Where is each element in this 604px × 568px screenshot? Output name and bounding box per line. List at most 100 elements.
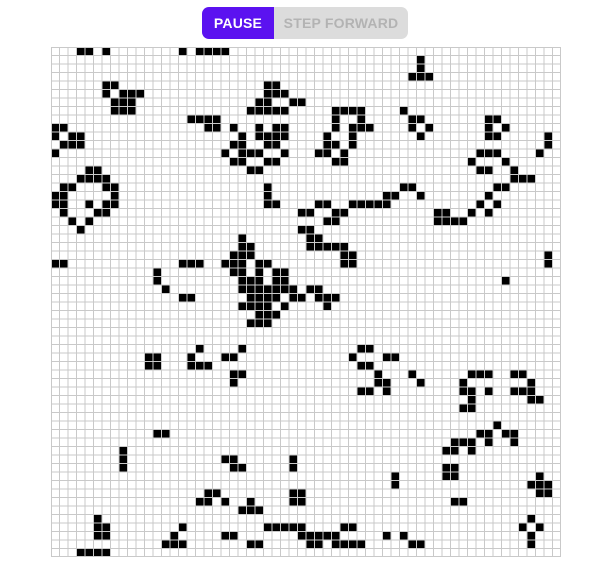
live-cell[interactable] <box>416 378 426 388</box>
live-cell[interactable] <box>340 242 349 252</box>
live-cell[interactable] <box>331 217 341 226</box>
live-cell[interactable] <box>161 285 171 294</box>
live-cell[interactable] <box>178 523 188 532</box>
live-cell[interactable] <box>442 208 451 218</box>
live-cell[interactable] <box>289 497 298 507</box>
live-cell[interactable] <box>102 183 111 192</box>
live-cell[interactable] <box>476 429 485 439</box>
live-cell[interactable] <box>272 89 281 99</box>
live-cell[interactable] <box>518 523 528 532</box>
live-cell[interactable] <box>238 276 247 286</box>
live-cell[interactable] <box>76 548 86 558</box>
live-cell[interactable] <box>433 208 443 218</box>
live-cell[interactable] <box>246 540 256 549</box>
live-cell[interactable] <box>348 106 358 116</box>
live-cell[interactable] <box>221 353 230 362</box>
live-cell[interactable] <box>246 293 256 303</box>
live-cell[interactable] <box>238 242 247 252</box>
live-cell[interactable] <box>195 259 205 269</box>
live-cell[interactable] <box>484 149 494 158</box>
live-cell[interactable] <box>408 540 417 549</box>
live-cell[interactable] <box>272 523 281 532</box>
live-cell[interactable] <box>238 149 247 158</box>
live-cell[interactable] <box>280 149 290 158</box>
live-cell[interactable] <box>416 115 426 124</box>
live-cell[interactable] <box>76 140 86 150</box>
live-cell[interactable] <box>187 361 196 371</box>
live-cell[interactable] <box>161 429 171 439</box>
live-cell[interactable] <box>93 174 103 184</box>
live-cell[interactable] <box>297 497 307 507</box>
live-cell[interactable] <box>212 115 222 124</box>
live-cell[interactable] <box>374 200 383 209</box>
live-cell[interactable] <box>59 259 69 269</box>
live-cell[interactable] <box>450 463 460 473</box>
live-cell[interactable] <box>195 47 205 56</box>
live-cell[interactable] <box>408 72 417 82</box>
live-cell[interactable] <box>331 242 341 252</box>
live-cell[interactable] <box>544 480 553 490</box>
live-cell[interactable] <box>408 370 417 379</box>
live-cell[interactable] <box>365 200 375 209</box>
live-cell[interactable] <box>433 217 443 226</box>
live-cell[interactable] <box>391 472 400 481</box>
live-cell[interactable] <box>170 531 179 541</box>
live-cell[interactable] <box>357 200 366 209</box>
live-cell[interactable] <box>323 242 332 252</box>
live-cell[interactable] <box>459 387 468 396</box>
live-cell[interactable] <box>68 217 77 226</box>
live-cell[interactable] <box>348 140 358 150</box>
live-cell[interactable] <box>467 446 477 456</box>
live-cell[interactable] <box>501 123 511 133</box>
live-cell[interactable] <box>348 200 358 209</box>
live-cell[interactable] <box>442 472 451 481</box>
live-cell[interactable] <box>229 353 239 362</box>
live-cell[interactable] <box>272 157 281 167</box>
live-cell[interactable] <box>484 132 494 141</box>
live-cell[interactable] <box>59 208 69 218</box>
live-cell[interactable] <box>204 489 213 498</box>
step-forward-button[interactable]: STEP FORWARD <box>274 7 408 39</box>
live-cell[interactable] <box>246 285 256 294</box>
live-cell[interactable] <box>323 302 332 311</box>
game-of-life-board[interactable] <box>51 47 561 557</box>
live-cell[interactable] <box>187 115 196 124</box>
live-cell[interactable] <box>178 293 188 303</box>
live-cell[interactable] <box>527 531 536 541</box>
live-cell[interactable] <box>153 361 162 371</box>
live-cell[interactable] <box>255 540 264 549</box>
live-cell[interactable] <box>297 98 307 107</box>
live-cell[interactable] <box>391 191 400 201</box>
live-cell[interactable] <box>195 115 205 124</box>
live-cell[interactable] <box>527 514 536 524</box>
live-cell[interactable] <box>51 191 60 201</box>
live-cell[interactable] <box>59 191 69 201</box>
live-cell[interactable] <box>221 497 230 507</box>
live-cell[interactable] <box>238 140 247 150</box>
live-cell[interactable] <box>51 200 60 209</box>
live-cell[interactable] <box>306 531 315 541</box>
live-cell[interactable] <box>204 123 213 133</box>
live-cell[interactable] <box>255 132 264 141</box>
live-cell[interactable] <box>246 497 256 507</box>
live-cell[interactable] <box>102 81 111 90</box>
live-cell[interactable] <box>263 259 273 269</box>
live-cell[interactable] <box>382 353 392 362</box>
live-cell[interactable] <box>246 251 256 260</box>
live-cell[interactable] <box>221 259 230 269</box>
live-cell[interactable] <box>289 455 298 464</box>
live-cell[interactable] <box>348 540 358 549</box>
live-cell[interactable] <box>170 540 179 549</box>
live-cell[interactable] <box>544 251 553 260</box>
live-cell[interactable] <box>280 132 290 141</box>
live-cell[interactable] <box>442 463 451 473</box>
live-cell[interactable] <box>306 540 315 549</box>
live-cell[interactable] <box>229 463 239 473</box>
live-cell[interactable] <box>331 208 341 218</box>
live-cell[interactable] <box>110 106 120 116</box>
live-cell[interactable] <box>476 370 485 379</box>
live-cell[interactable] <box>93 166 103 175</box>
live-cell[interactable] <box>195 361 205 371</box>
live-cell[interactable] <box>272 310 281 320</box>
live-cell[interactable] <box>263 106 273 116</box>
